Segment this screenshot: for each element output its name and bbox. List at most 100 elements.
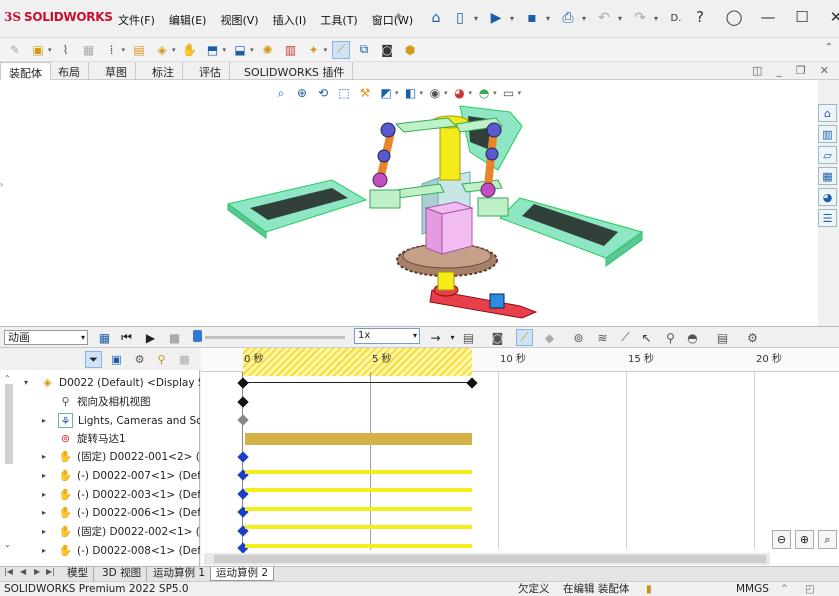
reference-geometry-icon[interactable]: ⬓ <box>231 41 249 59</box>
tab-model[interactable]: 模型 <box>62 567 94 581</box>
print-icon[interactable]: ⎙ <box>558 8 578 28</box>
tree-item-part[interactable]: ▸ ✋ (固定) D0022-002<1> (D <box>0 523 200 541</box>
account-icon[interactable]: ◯ <box>724 8 744 26</box>
component-time-bar[interactable] <box>245 488 472 492</box>
linear-pattern-icon[interactable]: ⁞ <box>103 41 121 59</box>
edit-appearance-icon[interactable]: ◕ <box>451 84 469 102</box>
minimize-doc-icon[interactable]: _ <box>776 64 782 77</box>
file-explorer-icon[interactable]: ▱ <box>818 146 837 164</box>
close-doc-icon[interactable]: ✕ <box>820 64 829 77</box>
edit-component-icon[interactable]: ✎ <box>6 41 24 59</box>
first-tab-icon[interactable]: |◀ <box>4 567 13 576</box>
filter-animated-icon[interactable]: ⏷ <box>85 351 102 368</box>
chevron-right-icon[interactable]: ▸ <box>42 504 46 522</box>
damper-icon[interactable]: ⟋ <box>617 329 634 346</box>
add-update-key-icon[interactable]: ◆ <box>541 329 558 346</box>
save-icon[interactable]: ▪ <box>522 8 542 28</box>
redo-icon[interactable]: ↷ <box>630 8 650 28</box>
tree-item-part[interactable]: ▸ ✋ (-) D0022-006<1> (Defa <box>0 504 200 522</box>
appearances-icon[interactable]: ◕ <box>818 188 837 206</box>
insert-component-icon[interactable]: ▣ <box>29 41 47 59</box>
study-type-select[interactable]: 动画 ▾ <box>4 330 88 345</box>
filter-driving-icon[interactable]: ▣ <box>108 351 125 368</box>
menu-tools[interactable]: 工具(T) <box>320 12 357 28</box>
tree-item-motor[interactable]: ⊚ 旋转马达1 <box>0 430 200 448</box>
new-motion-study-icon[interactable]: ✺ <box>259 41 277 59</box>
mate-icon[interactable]: ⌇ <box>57 41 75 59</box>
save-animation-icon[interactable]: ▤ <box>460 329 477 346</box>
assembly-features-icon[interactable]: ⬒ <box>204 41 222 59</box>
tab-markup[interactable]: 标注 <box>144 62 183 80</box>
next-tab-icon[interactable]: ▶ <box>34 567 40 576</box>
solidworks-logo[interactable]: 3S SOLIDWORKS <box>4 10 113 24</box>
assembly-model-view[interactable] <box>0 80 818 326</box>
tree-item-part[interactable]: ▸ ✋ (-) D0022-007<1> (Defa <box>0 467 200 485</box>
large-assembly-icon[interactable]: ⬢ <box>401 41 419 59</box>
tree-item-part[interactable]: ▸ ✋ (固定) D0022-001<2> (D <box>0 448 200 466</box>
hide-show-items-icon[interactable]: ◉ <box>426 84 444 102</box>
menu-file[interactable]: 文件(F) <box>118 12 155 28</box>
tree-item-part[interactable]: ▸ ✋ (-) D0022-003<1> (Defa <box>0 486 200 504</box>
timeline-scrollbar-thumb[interactable] <box>214 555 766 563</box>
menu-edit[interactable]: 编辑(E) <box>169 12 207 28</box>
custom-properties-icon[interactable]: ☰ <box>818 209 837 227</box>
motor-icon[interactable]: ⊚ <box>570 329 587 346</box>
previous-view-icon[interactable]: ⟲ <box>314 84 332 102</box>
animation-wizard-icon[interactable]: ◙ <box>489 329 506 346</box>
stop-icon[interactable]: ■ <box>166 329 183 346</box>
show-hidden-icon[interactable]: ✋ <box>181 41 199 59</box>
new-document-icon[interactable]: ▯ <box>450 8 470 28</box>
component-time-bar[interactable] <box>245 507 472 511</box>
help-icon[interactable]: ? <box>690 8 710 26</box>
instant3d-icon[interactable]: ⟋ <box>332 40 351 59</box>
playback-slider-thumb[interactable] <box>193 330 202 342</box>
chevron-right-icon[interactable]: ▸ <box>42 448 46 466</box>
tab-motion-study-1[interactable]: 运动算例 1 <box>148 567 212 581</box>
tree-item-lights-cameras[interactable]: ▸ ⚘ Lights, Cameras and Sce <box>0 412 200 430</box>
previous-tab-icon[interactable]: ◀ <box>20 567 26 576</box>
tree-item-assembly[interactable]: ▾ ◈ D0022 (Default) <Display Sta <box>0 374 200 392</box>
view-palette-icon[interactable]: ▦ <box>818 167 837 185</box>
chevron-right-icon[interactable]: ▸ <box>42 542 46 556</box>
minimize-button[interactable]: — <box>758 8 778 26</box>
move-component-icon[interactable]: ◈ <box>153 41 171 59</box>
design-library-icon[interactable]: ▥ <box>818 125 837 143</box>
zoom-to-area-icon[interactable]: ⊕ <box>293 84 311 102</box>
playback-slider-track[interactable] <box>205 336 345 339</box>
update-speedpak-icon[interactable]: ⧉ <box>355 41 373 59</box>
view-orientation-icon[interactable]: ◩ <box>377 84 395 102</box>
customize-status-icon[interactable]: ◰ <box>805 582 815 596</box>
chevron-down-icon[interactable]: ▾ <box>510 14 518 23</box>
filter-selected-icon[interactable]: ⚙ <box>131 351 148 368</box>
spring-icon[interactable]: ≋ <box>594 329 611 346</box>
gravity-icon[interactable]: ◓ <box>684 329 701 346</box>
tab-sketch[interactable]: 草图 <box>97 62 136 80</box>
component-time-bar[interactable] <box>245 525 472 529</box>
component-time-bar[interactable] <box>245 544 472 548</box>
collapse-all-icon[interactable]: ▦ <box>176 351 193 368</box>
restore-doc-icon[interactable]: ❐ <box>796 64 806 77</box>
tab-3d-view[interactable]: 3D 视图 <box>97 567 148 581</box>
chevron-down-icon[interactable]: ▾ <box>546 14 554 23</box>
autokey-icon[interactable]: ⟋ <box>516 329 533 346</box>
apply-scene-icon[interactable]: ◓ <box>475 84 493 102</box>
display-style-icon[interactable]: ◧ <box>402 84 420 102</box>
panel-expand-handle[interactable]: › <box>0 180 6 208</box>
chevron-up-icon[interactable]: ⌃ <box>780 582 789 596</box>
maximize-button[interactable]: ☐ <box>792 8 812 26</box>
home-icon[interactable]: ⌂ <box>426 8 446 28</box>
smart-fasteners-icon[interactable]: ▤ <box>130 41 148 59</box>
playback-mode-icon[interactable]: → <box>427 329 444 346</box>
dynamic-annotation-icon[interactable]: ⚒ <box>356 84 374 102</box>
chevron-down-icon[interactable]: ▾ <box>582 14 590 23</box>
motion-study-properties-icon[interactable]: ⚙ <box>744 329 761 346</box>
play-from-start-icon[interactable]: ⏮ <box>118 329 135 346</box>
bill-of-materials-icon[interactable]: ▥ <box>282 41 300 59</box>
open-icon[interactable]: ▶ <box>486 8 506 28</box>
tab-assembly[interactable]: 装配体 <box>0 62 51 80</box>
last-tab-icon[interactable]: ▶| <box>46 567 55 576</box>
view-settings-icon[interactable]: ▭ <box>500 84 518 102</box>
filter-results-icon[interactable]: ⚲ <box>153 351 170 368</box>
chevron-right-icon[interactable]: ▸ <box>42 486 46 504</box>
graphics-area[interactable] <box>0 80 818 326</box>
